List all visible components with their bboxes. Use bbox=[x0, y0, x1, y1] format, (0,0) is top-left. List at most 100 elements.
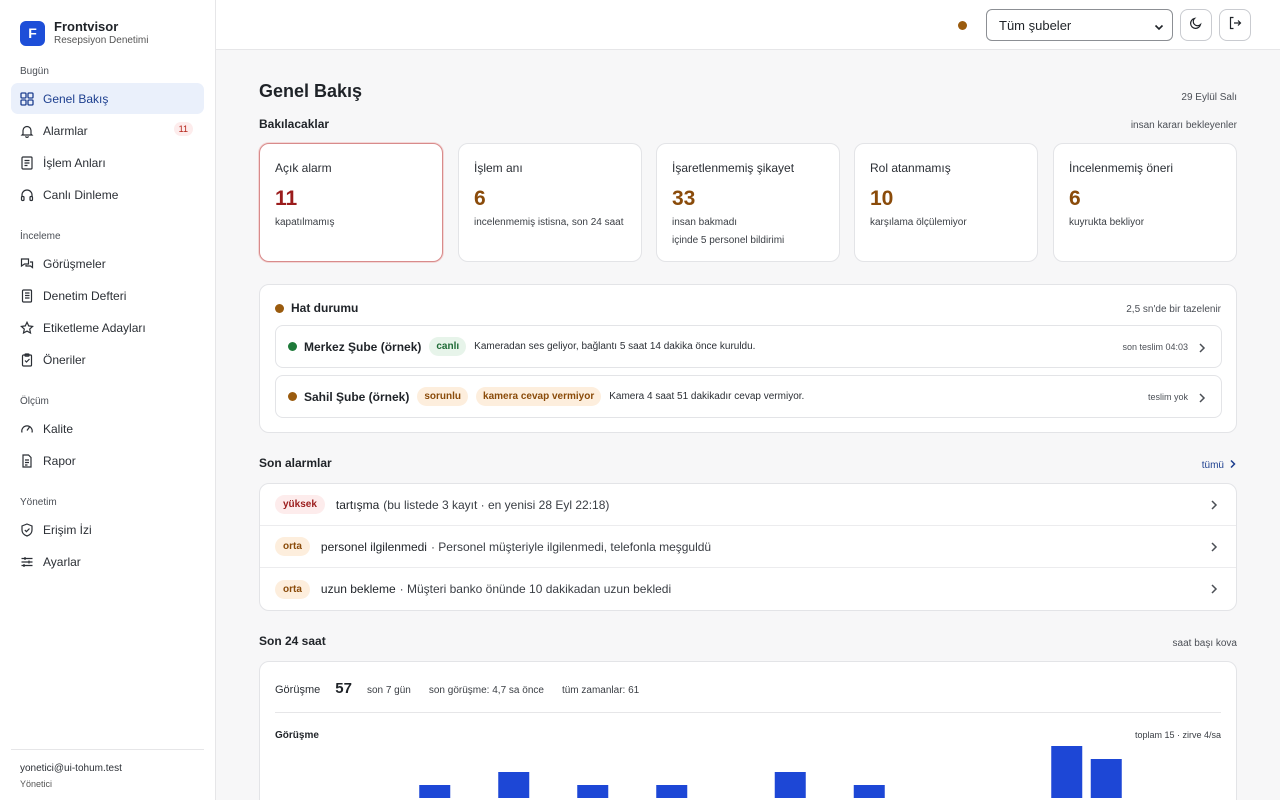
notebook-icon bbox=[20, 288, 34, 303]
line-warning-dot bbox=[288, 392, 297, 401]
card-value: 6 bbox=[474, 187, 486, 210]
nav-section-review: İnceleme bbox=[20, 231, 61, 242]
sidebar-item-label: Erişim İzi bbox=[43, 522, 92, 537]
todo-cards: Açık alarm 11 kapatılmamış İşlem anı 6 i… bbox=[259, 143, 1237, 262]
sidebar-item-quality[interactable]: Kalite bbox=[11, 413, 204, 444]
alarm-row[interactable]: orta personel ilgilenmedi · Personel müş… bbox=[260, 526, 1236, 568]
alarm-type: personel ilgilenmedi bbox=[320, 539, 427, 554]
alarm-row[interactable]: yüksek tartışma (bu listede 3 kayıt · en… bbox=[260, 484, 1236, 526]
moon-icon bbox=[1189, 16, 1203, 35]
grid-icon bbox=[20, 91, 34, 106]
alarm-type: uzun bekleme bbox=[320, 582, 396, 596]
branch-select[interactable]: Tüm şubeler bbox=[986, 9, 1173, 41]
line-status-note: 2,5 sn'de bir tazelenir bbox=[1126, 304, 1221, 315]
card-unflagged-complaints[interactable]: İşaretlenmemiş şikayet 33 insan bakmadı … bbox=[656, 143, 840, 262]
card-desc: karşılama ölçülemiyor bbox=[870, 217, 967, 228]
sidebar-item-conversations[interactable]: Görüşmeler bbox=[11, 248, 204, 279]
logout-button[interactable] bbox=[1219, 9, 1251, 41]
theme-toggle-button[interactable] bbox=[1180, 9, 1212, 41]
card-desc: incelenmemiş istisna, son 24 saat bbox=[474, 217, 624, 228]
chevron-down-icon bbox=[1154, 20, 1164, 35]
sidebar-item-suggestions[interactable]: Öneriler bbox=[11, 344, 204, 375]
card-label: İşaretlenmemiş şikayet bbox=[672, 161, 795, 175]
brand[interactable]: F Frontvisor Resepsiyon Denetimi bbox=[0, 0, 215, 50]
alarm-type: tartışma bbox=[335, 497, 380, 512]
chart-bar bbox=[1051, 746, 1083, 798]
sidebar-item-transactions[interactable]: İşlem Anları bbox=[11, 147, 204, 178]
line-status-header: Hat durumu bbox=[275, 301, 358, 315]
line-status-title: Hat durumu bbox=[291, 301, 359, 315]
topbar: Tüm şubeler bbox=[216, 0, 1280, 50]
chevron-right-icon bbox=[1197, 391, 1207, 409]
alarm-detail: · Personel müşteriyle ilgilenmedi, telef… bbox=[430, 539, 712, 554]
card-transaction-moments[interactable]: İşlem anı 6 incelenmemiş istisna, son 24… bbox=[458, 143, 642, 262]
sidebar-item-live-listening[interactable]: Canlı Dinleme bbox=[11, 179, 204, 210]
card-open-alarms[interactable]: Açık alarm 11 kapatılmamış bbox=[259, 143, 443, 262]
chart-note: toplam 15 · zirve 4/sa bbox=[1134, 730, 1221, 740]
sidebar-item-report[interactable]: Rapor bbox=[11, 445, 204, 476]
chevron-right-icon bbox=[1197, 341, 1207, 359]
sidebar-item-label: Görüşmeler bbox=[43, 256, 106, 271]
alarm-count-badge: 11 bbox=[173, 122, 193, 136]
chart-bar bbox=[577, 785, 609, 798]
line-status-badge: canlı bbox=[429, 337, 467, 356]
sidebar: F Frontvisor Resepsiyon Denetimi Bugün G… bbox=[0, 0, 216, 800]
chevron-right-icon bbox=[1209, 498, 1219, 516]
divider bbox=[275, 712, 1221, 713]
chart-bar bbox=[419, 785, 451, 798]
line-status-dot bbox=[275, 303, 284, 313]
card-value: 10 bbox=[870, 187, 894, 210]
conversation-bar-chart bbox=[419, 746, 1122, 798]
page-date: 29 Eylül Salı bbox=[1181, 92, 1237, 103]
shield-icon bbox=[20, 522, 34, 537]
card-value: 6 bbox=[1069, 187, 1081, 210]
chart-bar bbox=[656, 785, 688, 798]
card-label: Açık alarm bbox=[275, 161, 332, 175]
line-status-panel: Hat durumu 2,5 sn'de bir tazelenir Merke… bbox=[259, 284, 1237, 433]
card-unassigned-role[interactable]: Rol atanmamış 10 karşılama ölçülemiyor bbox=[854, 143, 1038, 262]
card-unreviewed-suggestions[interactable]: İncelenmemiş öneri 6 kuyrukta bekliyor bbox=[1053, 143, 1237, 262]
line-row-merkez[interactable]: Merkez Şube (örnek) canlı Kameradan ses … bbox=[275, 325, 1222, 368]
stat-value: 57 bbox=[335, 680, 352, 697]
chevron-right-icon bbox=[1209, 540, 1219, 558]
user-role: Yönetici bbox=[20, 779, 53, 789]
brand-subtitle: Resepsiyon Denetimi bbox=[54, 34, 149, 46]
sidebar-item-overview[interactable]: Genel Bakış bbox=[11, 83, 204, 114]
line-message: Kameradan ses geliyor, bağlantı 5 saat 1… bbox=[474, 341, 756, 352]
sidebar-item-label: Rapor bbox=[43, 453, 76, 468]
sidebar-item-access-trail[interactable]: Erişim İzi bbox=[11, 514, 204, 545]
sidebar-item-label: Canlı Dinleme bbox=[43, 187, 119, 202]
sliders-icon bbox=[20, 555, 34, 569]
card-desc: insan bakmadı bbox=[672, 217, 738, 228]
user-profile[interactable]: yonetici@ui-tohum.test Yönetici bbox=[11, 749, 204, 800]
sidebar-item-labeling-candidates[interactable]: Etiketleme Adayları bbox=[11, 312, 204, 343]
chat-icon bbox=[20, 257, 34, 271]
card-value: 11 bbox=[275, 187, 298, 210]
sidebar-item-label: Denetim Defteri bbox=[43, 288, 127, 303]
alarm-row[interactable]: orta uzun bekleme · Müşteri banko önünde… bbox=[260, 568, 1236, 610]
sidebar-item-label: Genel Bakış bbox=[43, 91, 109, 106]
chevron-right-icon bbox=[1229, 459, 1237, 472]
connection-status-dot bbox=[958, 21, 967, 30]
sidebar-item-audit-log[interactable]: Denetim Defteri bbox=[11, 280, 204, 311]
nav-section-measurement: Ölçüm bbox=[20, 396, 49, 407]
brand-name: Frontvisor bbox=[54, 18, 119, 34]
all-alarms-link[interactable]: tümü bbox=[1202, 459, 1237, 472]
severity-badge: yüksek bbox=[275, 495, 325, 514]
sidebar-item-alarms[interactable]: Alarmlar 11 bbox=[11, 115, 204, 146]
card-desc: kapatılmamış bbox=[275, 217, 335, 228]
sidebar-item-label: Etiketleme Adayları bbox=[43, 320, 146, 335]
line-last-delivery: son teslim 04:03 bbox=[1122, 341, 1188, 352]
all-alarms-label: tümü bbox=[1201, 460, 1224, 471]
sidebar-item-settings[interactable]: Ayarlar bbox=[11, 546, 204, 577]
stat-last-call: son görüşme: 4,7 sa önce bbox=[428, 685, 544, 696]
clipboard-icon bbox=[20, 352, 34, 367]
file-icon bbox=[20, 453, 34, 468]
user-email: yonetici@ui-tohum.test bbox=[20, 763, 122, 774]
alarm-detail: · Müşteri banko önünde 10 dakikadan uzun… bbox=[399, 582, 672, 596]
stat-period: son 7 gün bbox=[366, 685, 411, 696]
line-row-sahil[interactable]: Sahil Şube (örnek) sorunlu kamera cevap … bbox=[275, 375, 1222, 418]
todo-note: insan kararı bekleyenler bbox=[1130, 120, 1237, 131]
line-status-badge: sorunlu bbox=[417, 387, 469, 406]
card-desc-secondary: içinde 5 personel bildirimi bbox=[672, 235, 785, 246]
